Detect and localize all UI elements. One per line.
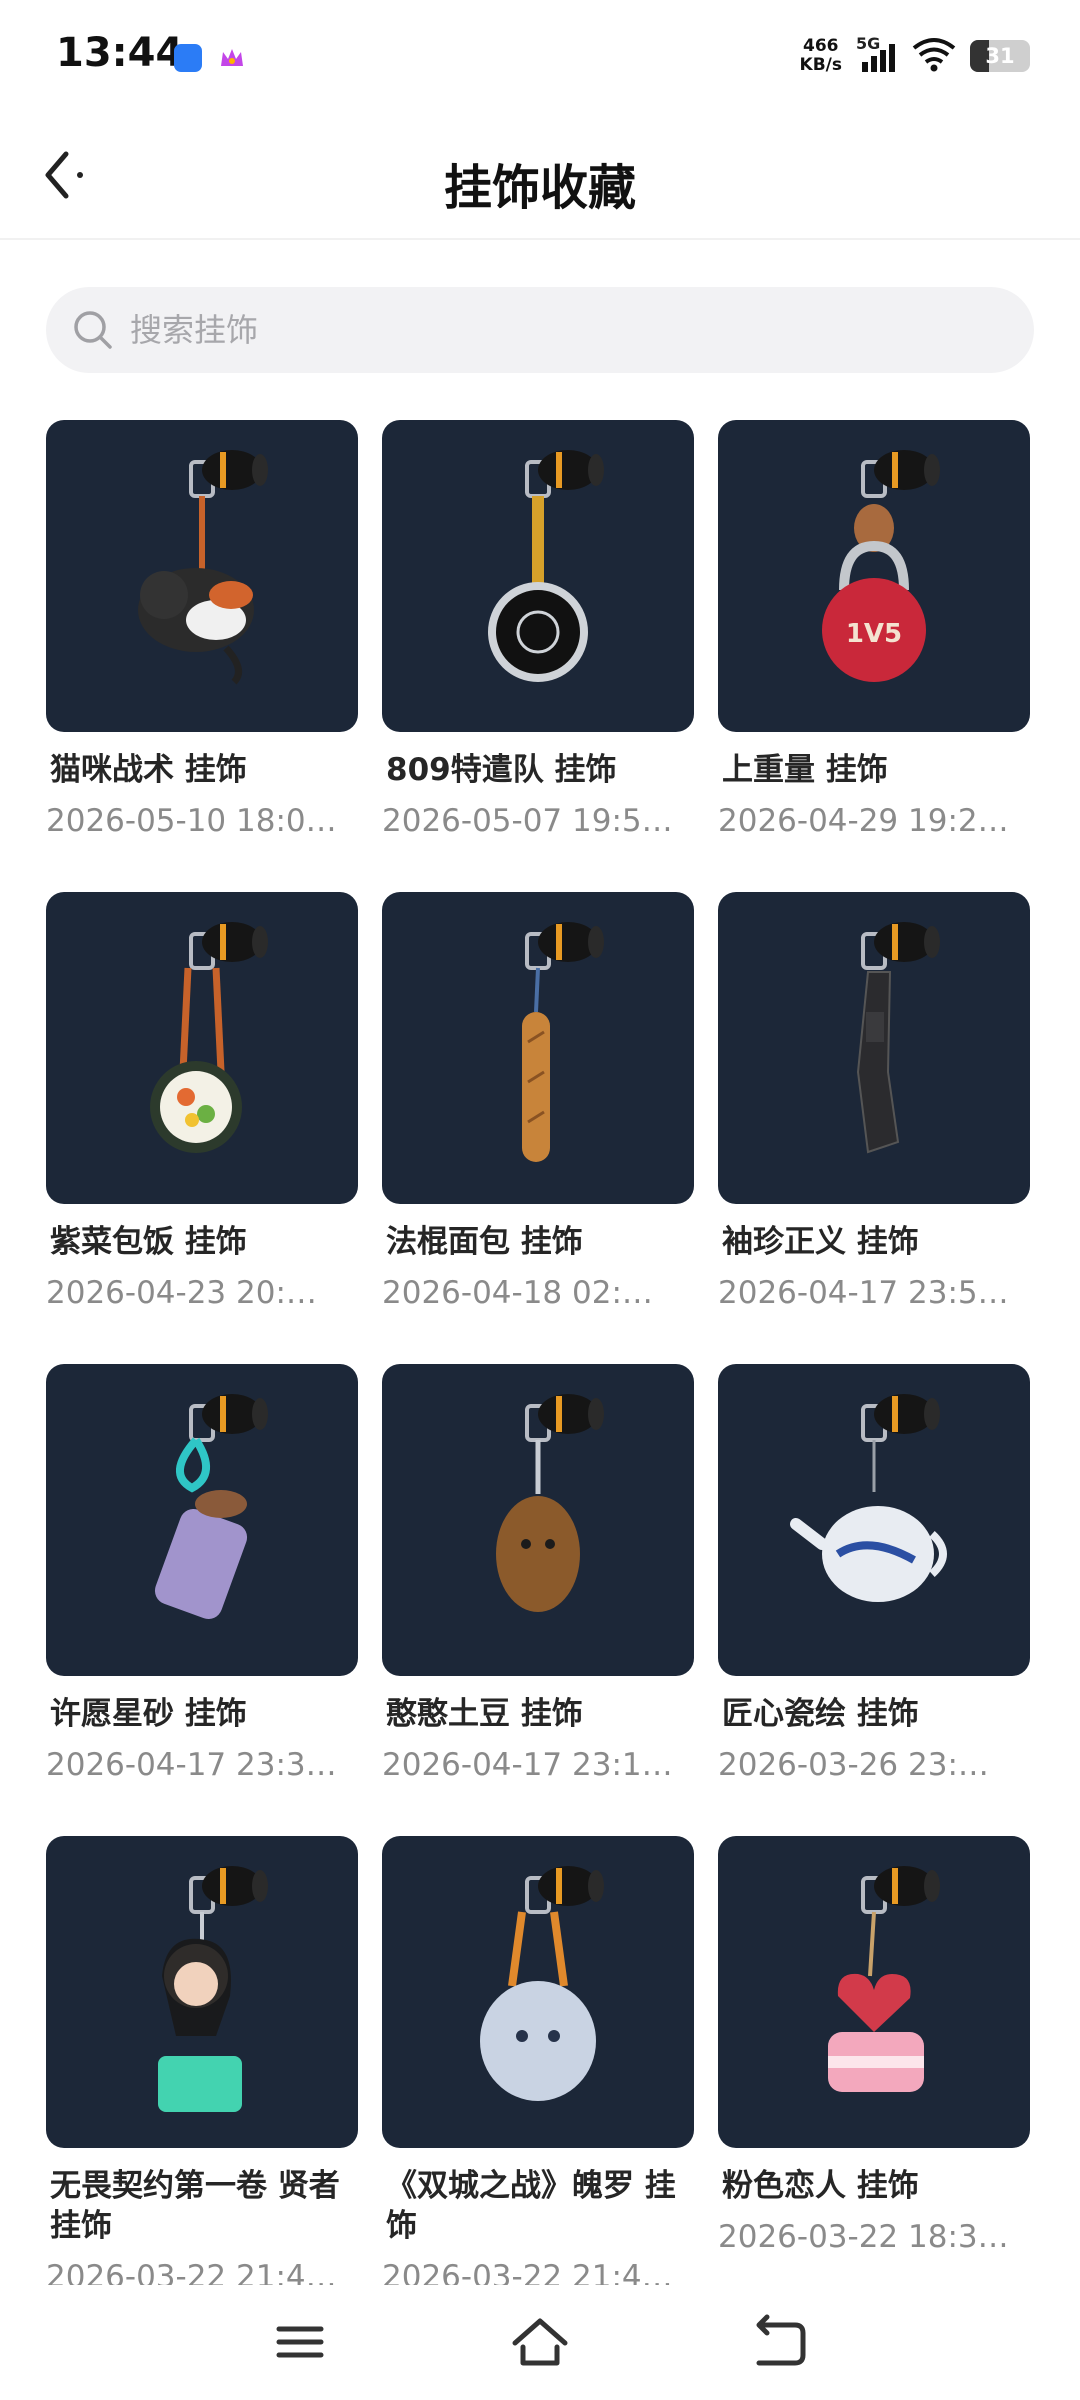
kettlebell-charm-icon: 1V5 — [718, 420, 1030, 732]
charm-card[interactable]: 1V5 上重量 挂饰 2026-04-29 19:2… — [718, 420, 1030, 892]
charm-art: 1V5 — [822, 450, 940, 682]
charm-date: 2026-03-26 23:… — [718, 1747, 989, 1783]
page-title: 挂饰收藏 — [443, 160, 636, 216]
charm-date: 2026-04-17 23:1… — [382, 1747, 673, 1783]
charm-card[interactable]: 法棍面包 挂饰 2026-04-18 02:… — [382, 892, 694, 1364]
charm-name: 《双城之战》魄罗 挂饰 — [386, 2168, 676, 2244]
charm-name: 粉色恋人 挂饰 — [722, 2168, 919, 2204]
wish-bottle-charm-icon — [46, 1364, 358, 1676]
nav-bar: 挂饰收藏 — [0, 110, 1080, 240]
charm-name: 无畏契约第一卷 贤者 挂饰 — [50, 2168, 340, 2244]
search-icon — [74, 311, 112, 349]
charm-art — [522, 922, 604, 1162]
status-time: 13:44 — [56, 30, 184, 76]
charm-date: 2026-04-17 23:5… — [718, 1275, 1009, 1311]
charm-art — [154, 1394, 268, 1620]
charm-badge: 1V5 — [846, 619, 902, 649]
charm-grid-scroll[interactable]: 猫咪战术 挂饰 2026-05-10 18:0… 809特遣队 挂饰 2026-05… — [0, 380, 1080, 2285]
charm-date: 2026-04-29 19:2… — [718, 803, 1009, 839]
menu-icon — [276, 2326, 324, 2358]
charm-grid: 猫咪战术 挂饰 2026-05-10 18:0… 809特遣队 挂饰 2026-05… — [46, 420, 1036, 2285]
charm-name: 法棍面包 挂饰 — [386, 1224, 583, 1260]
status-indicators: 466 KB/s 5G 31 — [800, 34, 1030, 76]
charm-date: 2026-04-23 20:… — [46, 1275, 317, 1311]
crown-notification-icon — [218, 44, 246, 72]
charm-date: 2026-03-22 21:4… — [46, 2259, 337, 2285]
potato-charm-icon — [382, 1364, 694, 1676]
charm-card[interactable]: 无畏契约第一卷 贤者 挂饰 2026-03-22 21:4… — [46, 1836, 358, 2285]
battery-level-text: 31 — [985, 44, 1015, 68]
charm-art — [480, 1866, 604, 2101]
pan-charm-icon — [382, 420, 694, 732]
charm-card[interactable]: 袖珍正义 挂饰 2026-04-17 23:5… — [718, 892, 1030, 1364]
charm-name: 憨憨土豆 挂饰 — [386, 1696, 583, 1732]
wifi-icon — [912, 36, 956, 76]
charm-art — [150, 922, 268, 1153]
charm-card[interactable]: 紫菜包饭 挂饰 2026-04-23 20:… — [46, 892, 358, 1364]
charm-card[interactable]: 粉色恋人 挂饰 2026-03-22 18:3… — [718, 1836, 1030, 2285]
poro-charm-icon — [382, 1836, 694, 2148]
charm-art — [158, 1866, 268, 2112]
baguette-charm-icon — [382, 892, 694, 1204]
status-bar: 13:44 466 KB/s 5G 31 — [0, 0, 1080, 110]
net-speed: 466 KB/s — [800, 37, 842, 75]
charm-card[interactable]: 809特遣队 挂饰 2026-05-07 19:5… — [382, 420, 694, 892]
charm-art — [496, 1394, 604, 1612]
sage-figure-charm-icon — [46, 1836, 358, 2148]
system-back-button[interactable] — [745, 2307, 815, 2377]
system-nav-bar — [0, 2285, 1080, 2400]
charm-name: 匠心瓷绘 挂饰 — [722, 1696, 919, 1732]
charm-date: 2026-04-17 23:3… — [46, 1747, 337, 1783]
charm-date: 2026-05-07 19:5… — [382, 803, 673, 839]
net-speed-unit: KB/s — [799, 55, 842, 75]
charm-card[interactable]: 匠心瓷绘 挂饰 2026-03-26 23:… — [718, 1364, 1030, 1836]
cellular-signal-icon: 5G — [856, 34, 898, 74]
back-icon — [756, 2314, 806, 2366]
charm-card[interactable]: 《双城之战》魄罗 挂饰 2026-03-22 21:4… — [382, 1836, 694, 2285]
app-notification-icon — [174, 44, 202, 72]
charm-art — [138, 450, 268, 685]
charm-date: 2026-04-18 02:… — [382, 1275, 653, 1311]
heart-cake-charm-icon — [718, 1836, 1030, 2148]
net-speed-value: 466 — [803, 36, 839, 56]
charm-date: 2026-03-22 21:4… — [382, 2259, 673, 2285]
charm-name: 紫菜包饭 挂饰 — [50, 1224, 247, 1260]
search-input[interactable] — [130, 287, 990, 373]
charm-art — [488, 450, 604, 682]
battery-indicator: 31 — [970, 40, 1030, 72]
charm-card[interactable]: 许愿星砂 挂饰 2026-04-17 23:3… — [46, 1364, 358, 1836]
charm-date: 2026-05-10 18:0… — [46, 803, 337, 839]
teapot-charm-icon — [718, 1364, 1030, 1676]
network-type: 5G — [856, 34, 881, 53]
charm-card[interactable]: 憨憨土豆 挂饰 2026-04-17 23:1… — [382, 1364, 694, 1836]
pistol-charm-icon — [718, 892, 1030, 1204]
charm-art — [856, 922, 940, 1154]
sushi-charm-icon — [46, 892, 358, 1204]
home-button[interactable] — [505, 2307, 575, 2377]
charm-name: 袖珍正义 挂饰 — [722, 1224, 919, 1260]
search-bar[interactable] — [46, 287, 1034, 373]
charm-name: 809特遣队 挂饰 — [386, 752, 617, 788]
charm-date: 2026-03-22 18:3… — [718, 2219, 1009, 2255]
home-icon — [512, 2318, 568, 2366]
charm-card[interactable]: 猫咪战术 挂饰 2026-05-10 18:0… — [46, 420, 358, 892]
menu-button[interactable] — [265, 2307, 335, 2377]
charm-name: 许愿星砂 挂饰 — [50, 1696, 247, 1732]
charm-art — [790, 1394, 947, 1602]
charm-art — [828, 1866, 940, 2092]
charm-name: 上重量 挂饰 — [722, 752, 888, 788]
cat-charm-icon — [46, 420, 358, 732]
charm-name: 猫咪战术 挂饰 — [50, 752, 247, 788]
